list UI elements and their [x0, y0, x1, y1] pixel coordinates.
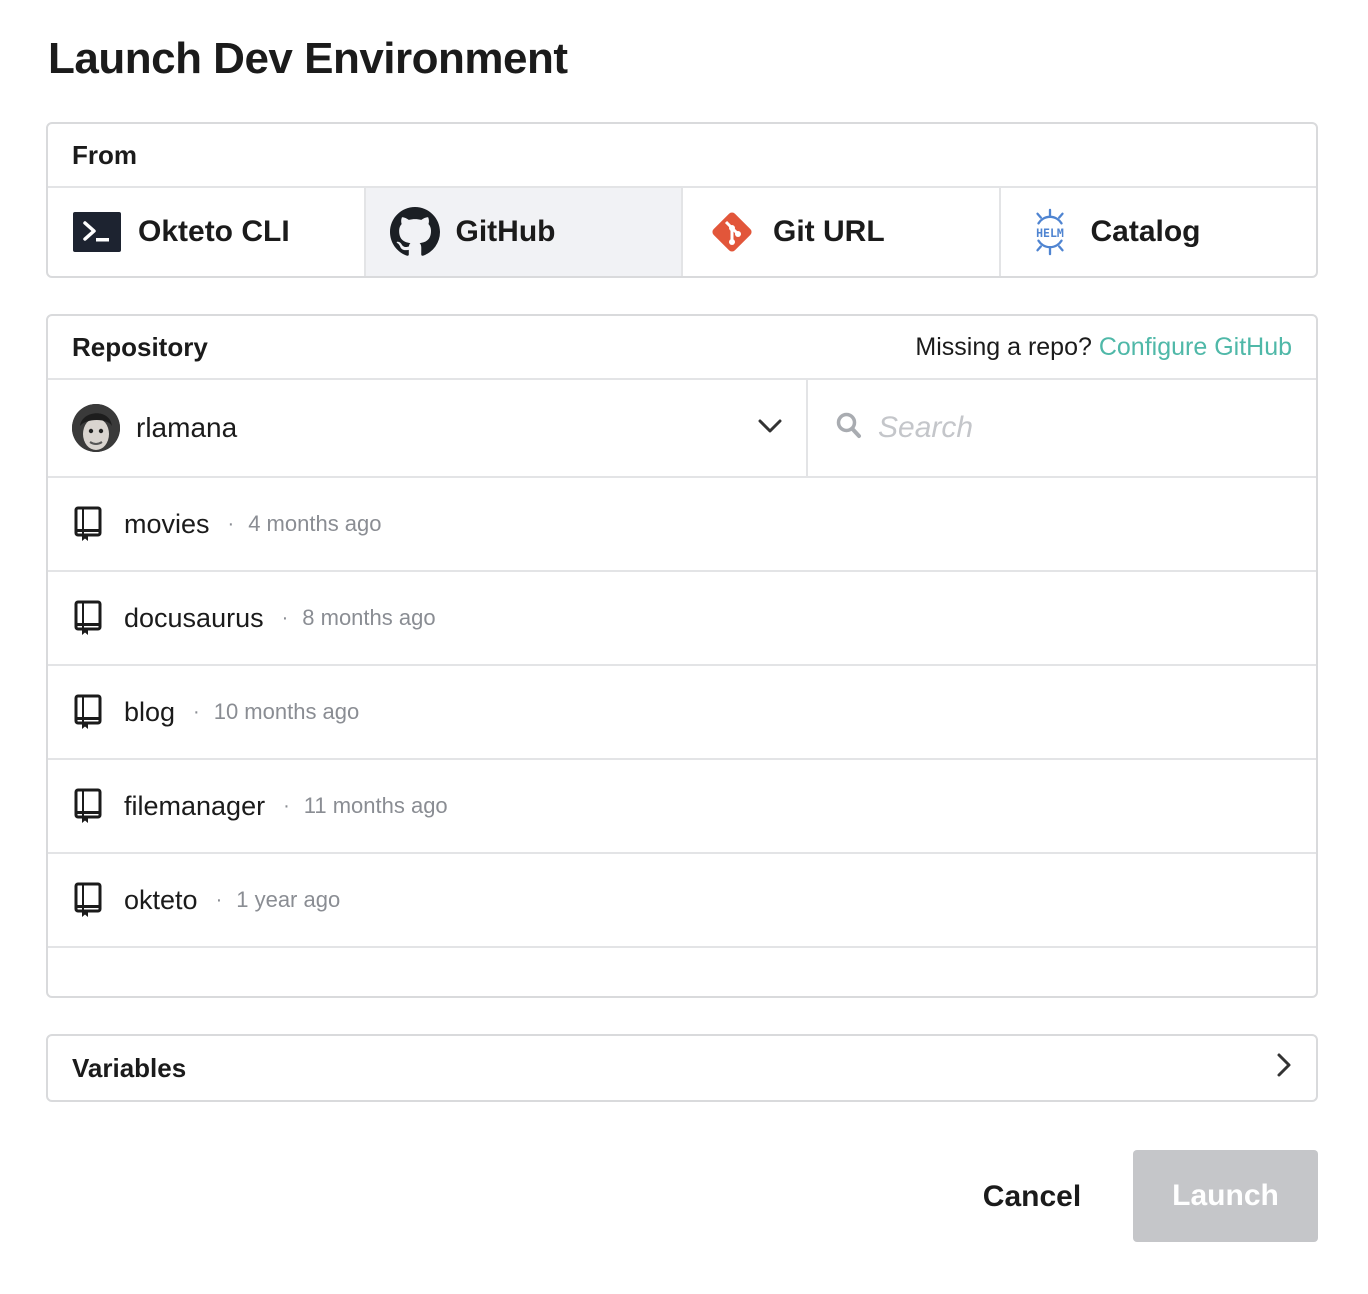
owner-name: rlamana	[136, 412, 238, 443]
repo-icon	[74, 694, 104, 730]
source-okteto-cli[interactable]: Okteto CLI	[48, 188, 366, 276]
repository-search	[808, 380, 1316, 476]
source-label: Git URL	[773, 215, 885, 248]
chevron-right-icon	[1276, 1052, 1292, 1085]
launch-dev-environment-dialog: Launch Dev Environment From Okteto CLI G…	[0, 0, 1368, 1294]
repo-name: blog	[124, 696, 176, 727]
repo-updated: 10 months ago	[213, 699, 360, 724]
owner-select[interactable]: rlamana	[48, 380, 808, 476]
source-git-url[interactable]: Git URL	[683, 188, 1001, 276]
variables-label: Variables	[72, 1052, 187, 1083]
repo-name: filemanager	[124, 790, 266, 821]
dialog-title: Launch Dev Environment	[48, 34, 568, 83]
repo-name: okteto	[124, 884, 198, 915]
separator-dot: ·	[283, 794, 290, 817]
missing-repo-text: Missing a repo?	[915, 332, 1092, 361]
repo-icon	[74, 506, 104, 542]
separator-dot: ·	[215, 888, 223, 911]
terminal-icon	[72, 207, 122, 257]
search-icon	[836, 412, 862, 445]
missing-repo-hint: Missing a repo? Configure GitHub	[915, 333, 1292, 362]
git-icon	[707, 207, 757, 257]
configure-github-link[interactable]: Configure GitHub	[1099, 333, 1292, 361]
variables-section-toggle[interactable]: Variables	[46, 1034, 1318, 1102]
helm-icon: HELM	[1025, 207, 1075, 257]
source-github[interactable]: GitHub	[365, 188, 683, 276]
source-catalog[interactable]: HELM Catalog	[1001, 188, 1317, 276]
list-item[interactable]: filemanager · 11 months ago	[48, 760, 1316, 854]
launch-button[interactable]: Launch	[1133, 1150, 1318, 1242]
repo-icon	[74, 788, 104, 824]
from-panel: From Okteto CLI GitHub Git URL HELM Cata…	[46, 122, 1318, 278]
separator-dot: ·	[227, 512, 235, 535]
repository-panel: Repository Missing a repo? Configure Git…	[46, 314, 1318, 998]
list-item[interactable]: docusaurus · 8 months ago	[48, 572, 1316, 666]
repository-filter-row: rlamana	[48, 380, 1316, 478]
list-item[interactable]: movies · 4 months ago	[48, 478, 1316, 572]
github-icon	[389, 207, 440, 257]
repository-header: Repository Missing a repo? Configure Git…	[48, 316, 1316, 380]
source-tabs: Okteto CLI GitHub Git URL HELM Catalog	[48, 188, 1316, 276]
repo-updated: 11 months ago	[303, 793, 448, 818]
chevron-down-icon	[758, 418, 782, 439]
repo-updated: 1 year ago	[236, 887, 341, 912]
repo-icon	[74, 600, 104, 636]
list-item[interactable]: okteto · 1 year ago	[48, 854, 1316, 948]
separator-dot: ·	[193, 700, 200, 723]
repository-label: Repository	[72, 331, 208, 362]
list-item[interactable]: blog · 10 months ago	[48, 666, 1316, 760]
avatar	[72, 404, 120, 452]
search-input[interactable]	[878, 411, 1258, 445]
repo-name: docusaurus	[124, 602, 264, 633]
source-label: GitHub	[455, 215, 556, 248]
repo-name: movies	[124, 508, 210, 539]
source-label: Catalog	[1090, 215, 1201, 248]
separator-dot: ·	[281, 606, 289, 629]
source-label: Okteto CLI	[138, 215, 290, 248]
svg-text:HELM: HELM	[1036, 226, 1064, 240]
cancel-button[interactable]: Cancel	[960, 1152, 1104, 1242]
from-label: From	[72, 139, 137, 170]
repo-icon	[74, 882, 104, 918]
from-header: From	[48, 124, 1316, 188]
repository-list: movies · 4 months ago docusaurus · 8 mon…	[48, 478, 1316, 948]
repo-updated: 8 months ago	[302, 605, 436, 630]
repo-updated: 4 months ago	[248, 511, 382, 536]
